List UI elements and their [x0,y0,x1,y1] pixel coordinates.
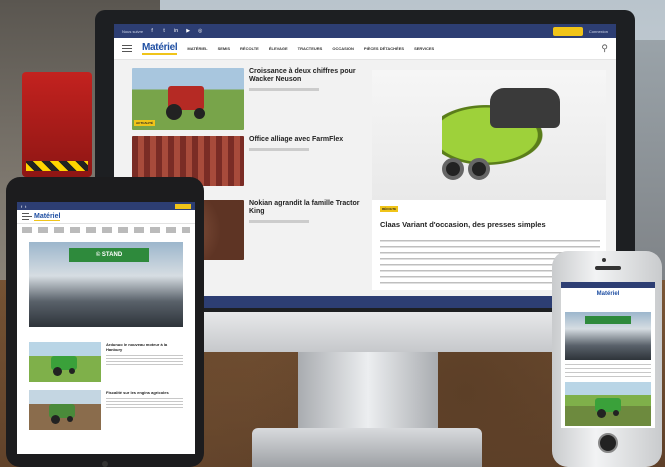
article-image[interactable] [29,390,101,430]
nav-item-recolte[interactable]: RÉCOLTE [240,46,259,51]
article-title[interactable]: Ardunuo le nouveau moteur à la Hanbury [106,342,183,352]
instagram-icon[interactable]: ◎ [197,28,203,34]
hero-sign: © STAND [69,248,149,262]
tablet-logo[interactable]: Matériel [34,213,61,221]
tablet-camera [102,461,108,467]
nav-item-materiel[interactable]: MATÉRIEL [187,46,207,51]
phone-hero-image[interactable] [565,312,651,360]
article-meta [249,220,309,223]
tablet-article-row[interactable]: Ardunuo le nouveau moteur à la Hanbury [29,342,183,382]
article-meta [249,88,319,91]
tractor-image [49,404,75,424]
background-red-machine [22,72,92,177]
category-tag[interactable]: ACTUALITÉ [134,120,155,126]
tablet-top-bar: f t [17,202,195,210]
baler-top [490,88,560,128]
search-icon[interactable]: ⚲ [601,43,608,54]
featured-image[interactable] [372,70,606,200]
phone-top-bar [561,282,655,288]
nav-item-occasion[interactable]: OCCASION [332,46,354,51]
nav-item-elevage[interactable]: ÉLEVAGE [269,46,288,51]
desktop-nav-bar: Matériel MATÉRIEL SEMIS RÉCOLTE ÉLEVAGE … [114,38,616,60]
subscribe-button[interactable] [175,203,191,209]
featured-tag[interactable]: RÉCOLTE [380,206,399,212]
tablet-screen: f t Matériel © STAND Ardunuo le nouveau … [17,202,195,454]
baler-wheel [442,158,464,180]
phone-article-image[interactable] [565,382,651,426]
article-meta [249,148,309,151]
article-title[interactable]: Office alliage avec FarmFlex [249,136,362,144]
subscribe-button[interactable] [552,26,583,36]
desktop-top-bar: Nous suivre f t in ▶ ◎ Connexion [114,24,616,38]
facebook-icon[interactable]: f [149,28,155,34]
phone-speaker [595,266,621,270]
article-title[interactable]: Fiscalité sur les engins agricoles [106,390,183,395]
tablet-nav-links[interactable] [22,227,190,233]
baler-wheel [468,158,490,180]
nav-item-pieces[interactable]: PIÈCES DÉTACHÉES [364,46,404,51]
login-link[interactable]: Connexion [589,29,608,34]
nav-item-services[interactable]: SERVICES [414,46,434,51]
background-right-edge [630,40,665,280]
youtube-icon[interactable]: ▶ [185,28,191,34]
phone-article-excerpt [565,364,651,378]
hero-sign [585,316,631,324]
follow-text: Nous suivre [122,28,144,34]
article-title[interactable]: Nokian agrandit la famille Tractor King [249,200,362,216]
menu-icon[interactable] [122,45,132,52]
tractor-image [595,398,621,418]
nav-item-semis[interactable]: SEMIS [218,46,230,51]
monitor-stand-foot [252,428,482,467]
monitor-stand-neck [298,352,438,432]
phone-screen: Matériel [561,282,655,428]
tablet-hero-image[interactable]: © STAND [29,242,183,327]
tablet-article-row[interactable]: Fiscalité sur les engins agricoles [29,390,183,430]
article-excerpt [106,355,183,365]
tablet-nav-bar: Matériel [17,210,195,224]
phone-home-button[interactable] [598,433,618,453]
phone-camera [602,258,606,262]
tractor-image [51,356,77,376]
nav-item-tracteurs[interactable]: TRACTEURS [298,46,323,51]
article-card[interactable]: ACTUALITÉ Croissance à deux chiffres pou… [132,68,362,130]
featured-title[interactable]: Claas Variant d'occasion, des presses si… [380,220,600,229]
article-image[interactable] [29,342,101,382]
article-image[interactable]: ACTUALITÉ [132,68,244,130]
twitter-icon[interactable]: t [25,204,26,209]
article-excerpt [106,398,183,408]
article-title[interactable]: Croissance à deux chiffres pour Wacker N… [249,68,362,84]
linkedin-icon[interactable]: in [173,28,179,34]
facebook-icon[interactable]: f [21,204,22,209]
twitter-icon[interactable]: t [161,28,167,34]
phone-logo[interactable]: Matériel [561,291,655,298]
menu-icon[interactable] [22,213,32,220]
site-logo[interactable]: Matériel [142,42,178,55]
